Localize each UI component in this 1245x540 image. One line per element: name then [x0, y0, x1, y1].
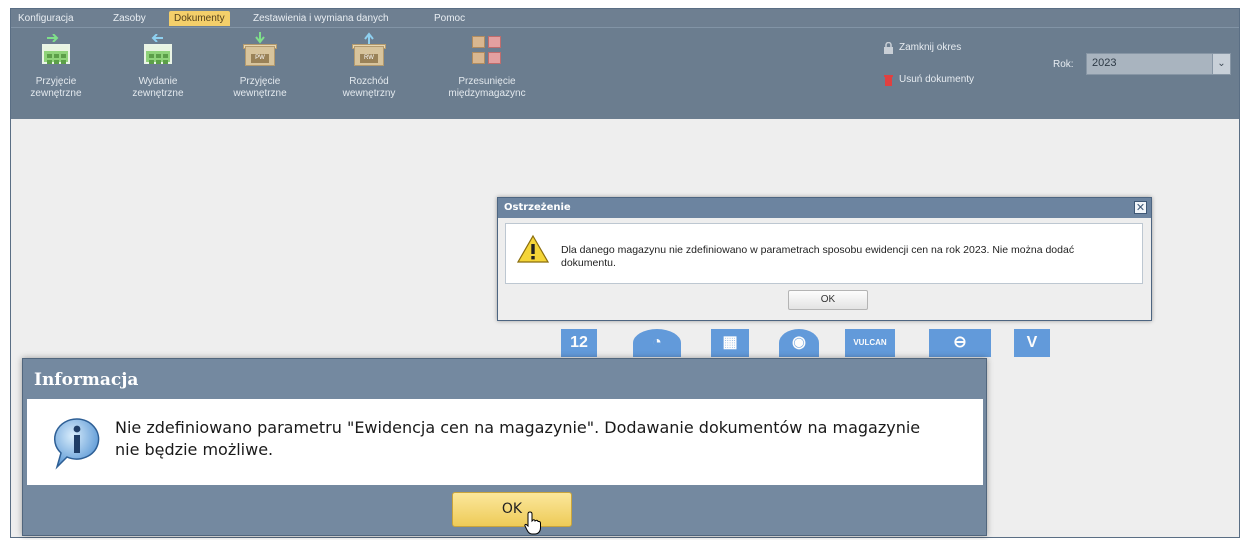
delete-documents-label: Usuń dokumenty: [899, 74, 975, 85]
information-ok-button[interactable]: OK: [452, 492, 572, 535]
warning-triangle-icon: [517, 234, 549, 263]
hand-cursor-icon: [524, 511, 541, 535]
warning-dialog-title: Ostrzeżenie: [504, 202, 571, 213]
menu-pomoc[interactable]: Pomoc: [429, 11, 470, 26]
year-select[interactable]: 2023 ⌄: [1086, 53, 1231, 75]
calendar-12-icon: 12: [561, 329, 597, 357]
year-value: 2023: [1092, 57, 1117, 69]
delete-documents-button[interactable]: Usuń dokumenty: [884, 74, 975, 86]
v-logo-icon: V: [1014, 329, 1050, 357]
rozchod-wewnetrzny-button[interactable]: RW Rozchód wewnętrzny: [326, 32, 412, 112]
przyjecie-wewnetrzne-button[interactable]: PW Przyjęcie wewnętrzne: [217, 32, 303, 112]
przesuniecie-miedzymagazynowe-button[interactable]: Przesunięcie międzymagazync: [437, 32, 537, 112]
checklist-icon: ▦: [711, 329, 749, 357]
button-label-line2: wewnętrzne: [233, 88, 287, 99]
box-tag: RW: [360, 54, 378, 63]
button-label-line1: Wydanie: [138, 76, 178, 87]
warning-dialog-header: Ostrzeżenie ✕: [498, 198, 1151, 218]
vulcan-logo-icon: VULCAN: [845, 329, 895, 357]
calendar-grid-in-icon: [41, 34, 71, 66]
menu-bar: Konfiguracja Zasoby Dokumenty Zestawieni…: [11, 9, 1239, 27]
warning-dialog-message: Dla danego magazynu nie zdefiniowano w p…: [561, 244, 1075, 269]
close-period-label: Zamknij okres: [899, 42, 962, 53]
transfer-boxes-icon: [472, 34, 502, 66]
information-dialog-body: Nie zdefiniowano parametru "Ewidencja ce…: [27, 399, 983, 485]
warning-dialog: Ostrzeżenie ✕ Dla danego magazynu nie zd…: [497, 197, 1152, 321]
przyjecie-zewnetrzne-button[interactable]: Przyjęcie zewnętrzne: [13, 32, 99, 112]
lock-icon: [884, 42, 893, 54]
button-label-line1: Przyjęcie: [239, 76, 281, 87]
button-label-line1: Rozchód: [349, 76, 389, 87]
box-rw-icon: RW: [352, 32, 386, 66]
information-dialog-title: Informacja: [34, 370, 139, 390]
close-icon[interactable]: ✕: [1134, 201, 1147, 214]
menu-konfiguracja[interactable]: Konfiguracja: [13, 11, 79, 26]
information-ok-label: OK: [501, 501, 523, 517]
menu-zestawienia[interactable]: Zestawienia i wymiana danych: [248, 11, 394, 26]
year-label: Rok:: [1053, 59, 1074, 70]
button-label-line2: zewnętrzne: [132, 88, 184, 99]
toolbar-ribbon: Przyjęcie zewnętrzne Wydanie zewnętrzne PW…: [11, 27, 1239, 119]
information-dialog-message: Nie zdefiniowano parametru "Ewidencja ce…: [115, 418, 921, 459]
button-label-line1: Przesunięcie: [458, 76, 516, 87]
button-label-line2: międzymagazync: [448, 88, 526, 99]
warning-dialog-body: Dla danego magazynu nie zdefiniowano w p…: [505, 223, 1143, 284]
box-tag: PW: [251, 54, 269, 63]
calendar-grid-out-icon: [143, 34, 173, 66]
button-label-line2: zewnętrzne: [30, 88, 82, 99]
trash-icon: [884, 75, 893, 86]
info-icon: [54, 418, 100, 470]
box-pw-icon: PW: [243, 32, 277, 66]
wydanie-zewnetrzne-button[interactable]: Wydanie zewnętrzne: [115, 32, 201, 112]
menu-zasoby[interactable]: Zasoby: [108, 11, 151, 26]
button-label-line1: Przyjęcie: [35, 76, 77, 87]
chevron-down-icon[interactable]: ⌄: [1212, 54, 1230, 74]
information-dialog: Informacja Nie zdefiniowano parametru "E…: [22, 358, 987, 536]
warning-ok-button[interactable]: OK: [788, 290, 868, 310]
switch-icon: ⊖: [929, 329, 991, 357]
close-period-button[interactable]: Zamknij okres: [884, 42, 962, 54]
lightbulb-icon: ◉: [779, 329, 819, 357]
button-label-line2: wewnętrzny: [342, 88, 396, 99]
menu-dokumenty[interactable]: Dokumenty: [169, 11, 230, 26]
pie-chart-icon: ◔: [633, 329, 681, 357]
